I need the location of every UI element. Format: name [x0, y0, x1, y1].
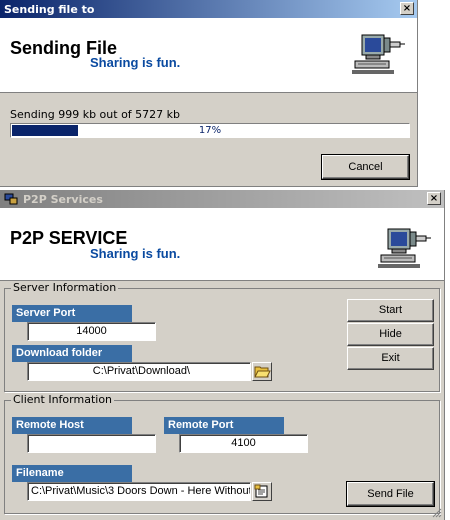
- send-header: Sending File Sharing is fun.: [0, 18, 417, 93]
- send-progress-bar: 17%: [10, 123, 410, 138]
- server-info-label: Server Information: [11, 281, 119, 294]
- p2p-header-subtitle: Sharing is fun.: [90, 246, 181, 261]
- resize-grip-icon[interactable]: [432, 508, 442, 518]
- filename-input[interactable]: C:\Privat\Music\3 Doors Down - Here With…: [27, 482, 251, 501]
- close-icon: ×: [402, 3, 412, 14]
- sending-file-window: Sending file to × Sending File Sharing i…: [0, 0, 418, 187]
- p2p-window-title: P2P Services: [23, 192, 103, 206]
- start-button[interactable]: Start: [347, 299, 434, 322]
- remote-port-input[interactable]: 4100: [179, 434, 308, 453]
- filename-label: Filename: [12, 465, 132, 482]
- client-info-label: Client Information: [11, 393, 115, 406]
- progress-label: 17%: [198, 125, 222, 136]
- hide-button[interactable]: Hide: [347, 323, 434, 346]
- remote-host-input[interactable]: [27, 434, 156, 453]
- browse-file-button[interactable]: [252, 482, 272, 501]
- send-header-subtitle: Sharing is fun.: [90, 55, 181, 70]
- browse-folder-button[interactable]: [252, 362, 272, 381]
- send-file-button-label: Send File: [367, 488, 414, 500]
- app-icon: [4, 193, 18, 205]
- remote-port-label: Remote Port: [164, 417, 284, 434]
- hide-button-label: Hide: [379, 328, 402, 340]
- cancel-button-label: Cancel: [348, 161, 383, 173]
- send-file-button[interactable]: Send File: [346, 481, 435, 507]
- cancel-button[interactable]: Cancel: [321, 154, 410, 180]
- p2p-titlebar[interactable]: P2P Services ×: [0, 190, 444, 208]
- exit-button-label: Exit: [381, 352, 400, 364]
- exit-button[interactable]: Exit: [347, 347, 434, 370]
- send-titlebar[interactable]: Sending file to ×: [0, 0, 417, 18]
- p2p-close-button[interactable]: ×: [427, 192, 441, 205]
- send-window-title: Sending file to: [4, 2, 95, 16]
- close-icon: ×: [429, 193, 439, 204]
- send-close-button[interactable]: ×: [400, 2, 414, 15]
- download-folder-label: Download folder: [12, 345, 132, 362]
- server-port-input[interactable]: 14000: [27, 322, 156, 341]
- computer-icon: [378, 228, 431, 268]
- server-port-label: Server Port: [12, 305, 132, 322]
- download-folder-input[interactable]: C:\Privat\Download\: [27, 362, 251, 381]
- send-status-text: Sending 999 kb out of 5727 kb: [10, 108, 181, 121]
- p2p-services-window: P2P Services × P2P SERVICE Sharing is fu…: [0, 190, 445, 520]
- file-browse-icon: [254, 484, 268, 498]
- start-button-label: Start: [378, 304, 403, 316]
- p2p-header: P2P SERVICE Sharing is fun.: [0, 208, 444, 281]
- folder-open-icon: [254, 366, 271, 378]
- remote-host-label: Remote Host: [12, 417, 132, 434]
- computer-icon: [352, 34, 405, 74]
